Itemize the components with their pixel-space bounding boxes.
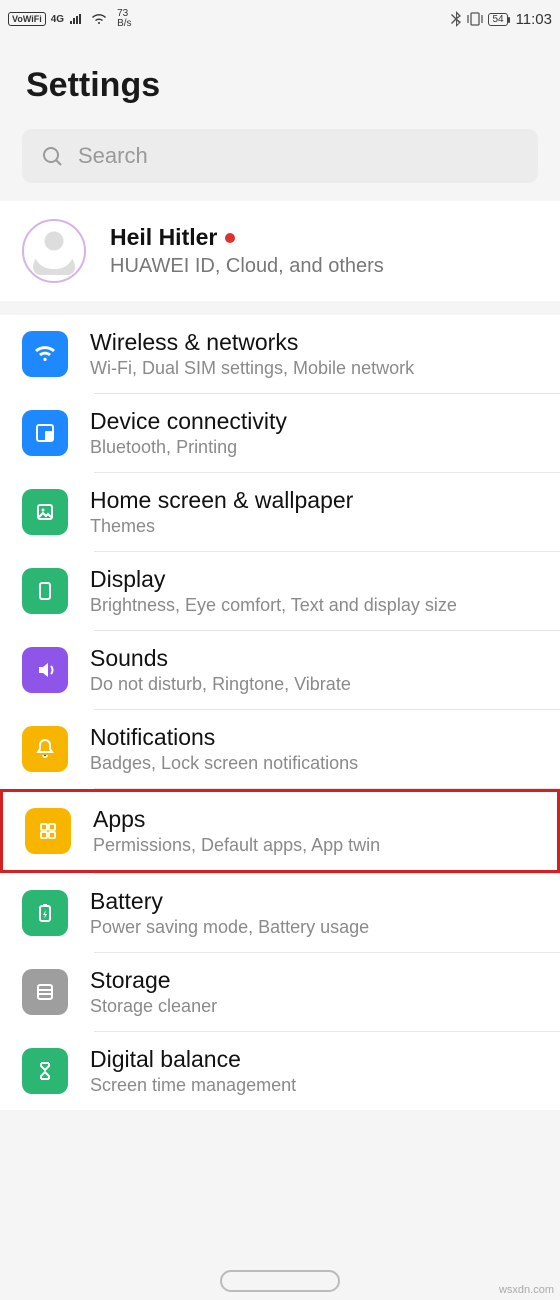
battery-icon xyxy=(22,890,68,936)
settings-item-home[interactable]: Home screen & wallpaperThemes xyxy=(0,473,560,551)
settings-item-battery[interactable]: BatteryPower saving mode, Battery usage xyxy=(0,874,560,952)
item-sub: Bluetooth, Printing xyxy=(90,437,544,458)
profile-sub: HUAWEI ID, Cloud, and others xyxy=(110,255,384,278)
bell-icon xyxy=(22,726,68,772)
item-sub: Permissions, Default apps, App twin xyxy=(93,835,541,856)
settings-item-display[interactable]: DisplayBrightness, Eye comfort, Text and… xyxy=(0,552,560,630)
item-title: Digital balance xyxy=(90,1046,544,1073)
item-sub: Storage cleaner xyxy=(90,996,544,1017)
display-icon xyxy=(22,568,68,614)
item-title: Apps xyxy=(93,806,541,833)
settings-list: Wireless & networksWi-Fi, Dual SIM setti… xyxy=(0,315,560,1110)
profile-row[interactable]: Heil Hitler HUAWEI ID, Cloud, and others xyxy=(0,201,560,301)
bluetooth-icon xyxy=(450,11,462,27)
network-gen: 4G xyxy=(51,14,64,25)
wifi-status-icon xyxy=(90,13,108,25)
profile-name: Heil Hitler xyxy=(110,224,217,251)
item-title: Display xyxy=(90,566,544,593)
settings-item-device[interactable]: Device connectivityBluetooth, Printing xyxy=(0,394,560,472)
apps-icon xyxy=(25,808,71,854)
search-icon xyxy=(40,144,64,168)
nav-pill[interactable] xyxy=(220,1270,340,1292)
settings-item-apps[interactable]: AppsPermissions, Default apps, App twin xyxy=(0,789,560,873)
item-title: Battery xyxy=(90,888,544,915)
item-title: Notifications xyxy=(90,724,544,751)
item-sub: Badges, Lock screen notifications xyxy=(90,753,544,774)
search-box[interactable]: Search xyxy=(22,129,538,183)
vowifi-badge: VoWiFi xyxy=(8,12,46,26)
settings-item-storage[interactable]: StorageStorage cleaner xyxy=(0,953,560,1031)
settings-item-wireless[interactable]: Wireless & networksWi-Fi, Dual SIM setti… xyxy=(0,315,560,393)
clock: 11:03 xyxy=(516,11,552,28)
settings-item-digital[interactable]: Digital balanceScreen time management xyxy=(0,1032,560,1110)
avatar xyxy=(22,219,86,283)
storage-icon xyxy=(22,969,68,1015)
battery-indicator: 54 xyxy=(488,13,507,26)
signal-icon xyxy=(69,13,85,25)
settings-item-notif[interactable]: NotificationsBadges, Lock screen notific… xyxy=(0,710,560,788)
page-title: Settings xyxy=(26,66,534,105)
item-title: Storage xyxy=(90,967,544,994)
settings-item-sounds[interactable]: SoundsDo not disturb, Ringtone, Vibrate xyxy=(0,631,560,709)
wallpaper-icon xyxy=(22,489,68,535)
item-title: Sounds xyxy=(90,645,544,672)
wifi-icon xyxy=(22,331,68,377)
item-sub: Brightness, Eye comfort, Text and displa… xyxy=(90,595,544,616)
vibrate-icon xyxy=(466,12,484,26)
item-sub: Wi-Fi, Dual SIM settings, Mobile network xyxy=(90,358,544,379)
net-speed: 73 B/s xyxy=(117,9,131,29)
hourglass-icon xyxy=(22,1048,68,1094)
search-placeholder: Search xyxy=(78,143,148,169)
watermark: wsxdn.com xyxy=(499,1284,554,1296)
device-icon xyxy=(22,410,68,456)
status-right: 54 11:03 xyxy=(450,11,552,28)
page-header: Settings xyxy=(0,38,560,129)
sound-icon xyxy=(22,647,68,693)
item-title: Device connectivity xyxy=(90,408,544,435)
status-left: VoWiFi 4G 73 B/s xyxy=(8,9,132,29)
item-sub: Power saving mode, Battery usage xyxy=(90,917,544,938)
item-sub: Screen time management xyxy=(90,1075,544,1096)
status-bar: VoWiFi 4G 73 B/s 54 11:03 xyxy=(0,0,560,38)
item-sub: Do not disturb, Ringtone, Vibrate xyxy=(90,674,544,695)
item-title: Wireless & networks xyxy=(90,329,544,356)
profile-text: Heil Hitler HUAWEI ID, Cloud, and others xyxy=(110,224,384,278)
item-sub: Themes xyxy=(90,516,544,537)
notification-dot xyxy=(225,233,235,243)
item-title: Home screen & wallpaper xyxy=(90,487,544,514)
